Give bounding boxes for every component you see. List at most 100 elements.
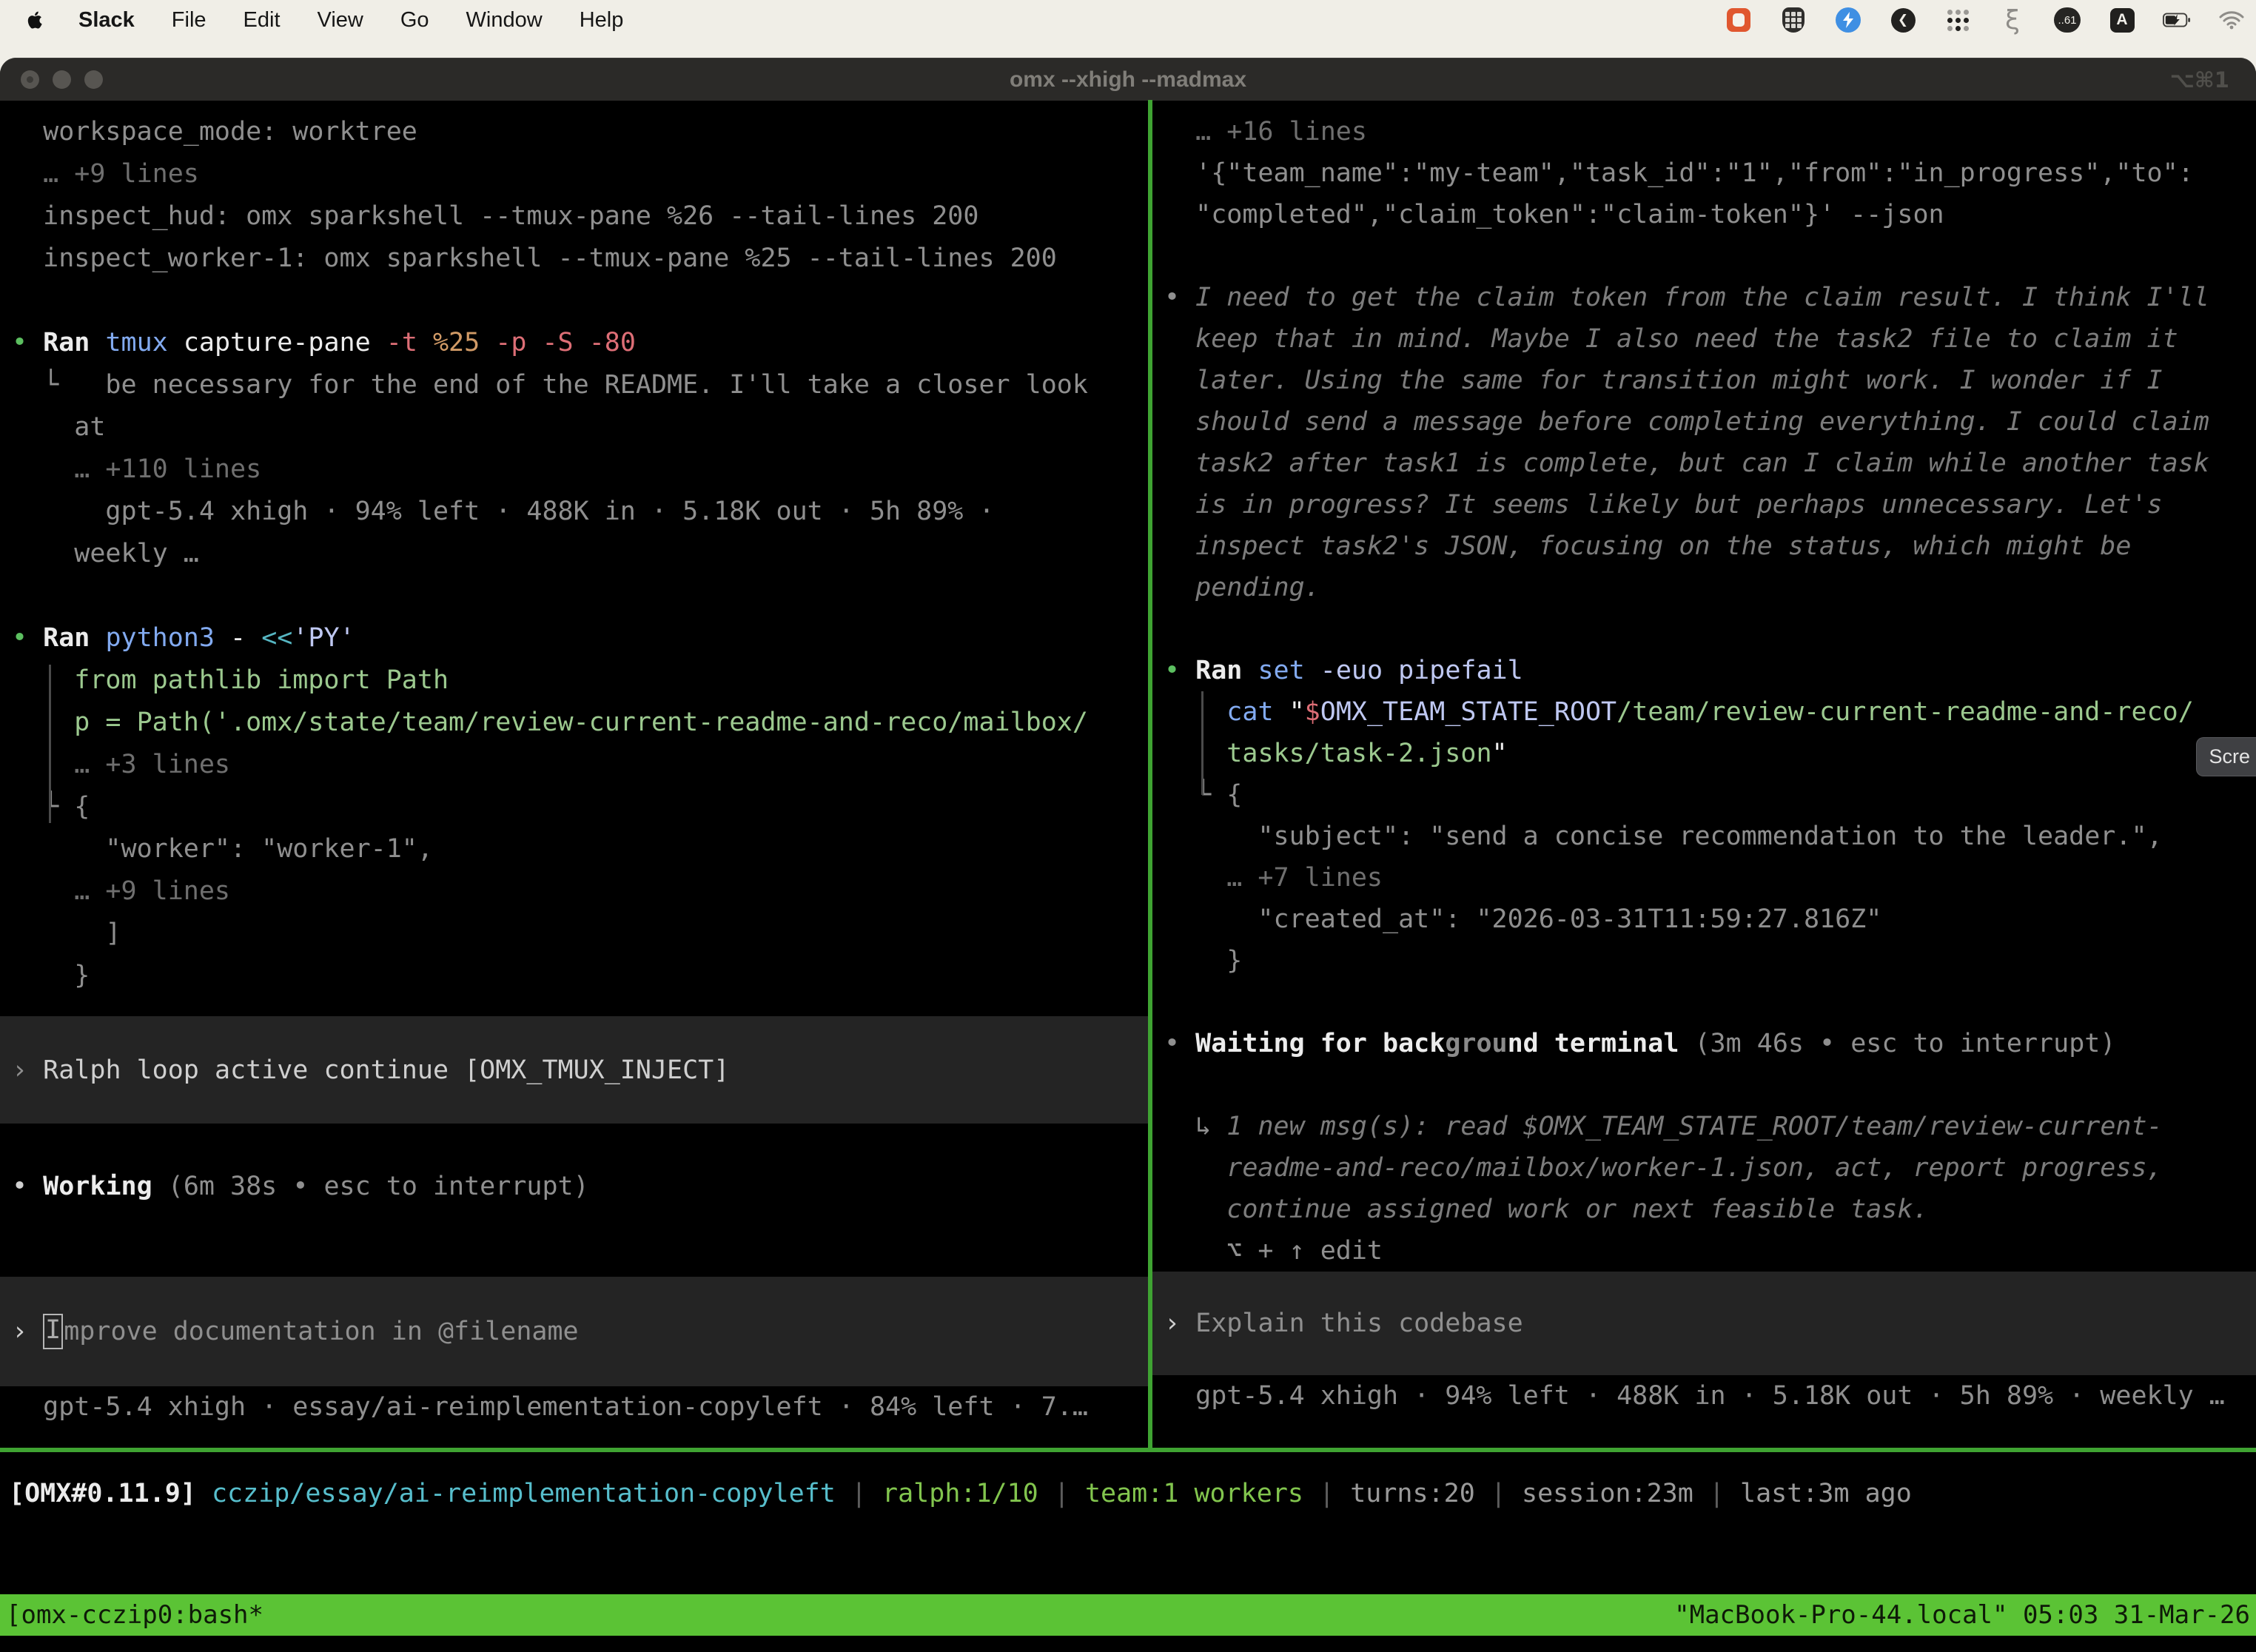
menu-item-help[interactable]: Help <box>580 8 624 33</box>
code-line: from pathlib import Path <box>0 659 1148 702</box>
working-timer: (6m 38s • esc to interrupt) <box>152 1172 589 1201</box>
tmux-session-window[interactable]: [omx-cczip0:bash* <box>6 1600 263 1630</box>
waiting-status-line: • Waiting for background terminal (3m 46… <box>1152 1023 2256 1064</box>
command-output-line: weekly … <box>0 533 1148 575</box>
command-token: set <box>1258 656 1320 685</box>
tmux-pane-right[interactable]: … +16 lines '{"team_name":"my-team","tas… <box>1152 100 2256 1448</box>
collapsed-lines-indicator: … +110 lines <box>0 449 1148 491</box>
keyboard-layout-icon[interactable]: A <box>2108 6 2136 34</box>
input-placeholder: Explain this codebase <box>1195 1309 1523 1338</box>
prompt-input-left[interactable]: › Improve documentation in @filename <box>0 1277 1148 1386</box>
tooltip-popup: Scre <box>2196 737 2256 776</box>
thinking-line: pending. <box>1152 567 2256 608</box>
collapsed-lines-indicator: … +16 lines <box>1152 111 2256 152</box>
waiting-label: nd terminal <box>1508 1029 1679 1058</box>
command-output-line: at <box>0 406 1148 449</box>
repo-name: cczip/essay/ai-reimplementation-copyleft <box>212 1479 836 1508</box>
command-token: cat <box>1226 697 1289 727</box>
heredoc-token: << <box>261 623 292 653</box>
terminal-line <box>0 280 1148 322</box>
window-title: omx --xhigh --madmax <box>0 58 2256 101</box>
flag-token: -p -S -80 <box>495 328 636 357</box>
mailbox-message-text: 1 new msg(s): read $OMX_TEAM_STATE_ROOT/… <box>1226 1112 2162 1141</box>
tmux-pane-left[interactable]: workspace_mode: worktree … +9 lines insp… <box>0 100 1148 1448</box>
working-label: Working <box>43 1172 152 1201</box>
menu-item-go[interactable]: Go <box>400 8 429 33</box>
prompt-input-right[interactable]: › Explain this codebase <box>1152 1272 2256 1375</box>
reply-arrow-icon: ↳ <box>1164 1112 1226 1141</box>
apple-menu[interactable] <box>24 9 46 31</box>
wifi-icon[interactable] <box>2218 6 2246 34</box>
path-token: /team/review-current-readme-and-reco/ <box>1617 697 2194 727</box>
thinking-line: keep that in mind. Maybe I also need the… <box>1152 318 2256 360</box>
terminal-line <box>0 575 1148 617</box>
collapsed-lines-indicator: … +3 lines <box>0 744 1148 786</box>
pane-id-token: %25 <box>433 328 495 357</box>
command-output-line: "created_at": "2026-03-31T11:59:27.816Z" <box>1152 899 2256 940</box>
omx-version-badge: [OMX#0.11.9] <box>9 1479 212 1508</box>
battery-badge-icon[interactable]: ..61 <box>2053 6 2081 34</box>
env-var-token: OMX_TEAM_STATE_ROOT <box>1320 697 1617 727</box>
menu-item-view[interactable]: View <box>318 8 363 33</box>
separator: | <box>1693 1479 1740 1508</box>
terminal-line <box>1152 981 2256 1023</box>
waiting-label: Waiting for back <box>1195 1029 1445 1058</box>
screen-recording-icon[interactable] <box>1725 6 1753 34</box>
bullet-icon: • <box>1164 283 1195 312</box>
thinking-line: later. Using the same for transition mig… <box>1152 360 2256 401</box>
command-output-line: } <box>1152 940 2256 981</box>
prompt-arrow-icon: › <box>12 1055 43 1085</box>
window-titlebar[interactable]: omx --xhigh --madmax ⌥⌘1 <box>0 58 2256 101</box>
model-status-line: gpt-5.4 xhigh · 94% left · 488K in · 5.1… <box>1152 1375 2256 1417</box>
menu-item-window[interactable]: Window <box>466 8 543 33</box>
ralph-loop-banner: › Ralph loop active continue [OMX_TMUX_I… <box>0 1016 1148 1124</box>
command-line: • Ran tmux capture-pane -t %25 -p -S -80 <box>0 322 1148 364</box>
terminal-line <box>1152 608 2256 650</box>
heredoc-tag-token: 'PY' <box>292 623 355 653</box>
waiting-timer: (3m 46s • esc to interrupt) <box>1679 1029 2115 1058</box>
waiting-label-shimmer: grou <box>1445 1029 1507 1058</box>
thinking-text: I need to get the claim token from the c… <box>1195 283 2209 312</box>
mailbox-message-line: continue assigned work or next feasible … <box>1152 1189 2256 1230</box>
command-output-line: } <box>0 955 1148 997</box>
thinking-line: is in progress? It seems likely but perh… <box>1152 484 2256 526</box>
command-line: tasks/task-2.json" <box>1152 733 2256 774</box>
menu-item-file[interactable]: File <box>172 8 207 33</box>
menu-item-edit[interactable]: Edit <box>244 8 281 33</box>
working-status-line: • Working (6m 38s • esc to interrupt) <box>0 1166 1148 1208</box>
text-cursor: I <box>43 1314 63 1349</box>
moon-chevron-icon[interactable]: ❮ <box>1889 6 1917 34</box>
bullet-icon: • <box>12 623 43 653</box>
ralph-loop-text: Ralph loop active continue [OMX_TMUX_INJ… <box>43 1055 729 1085</box>
battery-icon[interactable] <box>2163 6 2191 34</box>
bullet-icon: • <box>1164 656 1195 685</box>
terminal-line: inspect_worker-1: omx sparkshell --tmux-… <box>0 238 1148 280</box>
bullet-icon: • <box>12 1172 43 1201</box>
menu-bar: Slack File Edit View Go Window Help ❮ ξ … <box>0 0 2256 40</box>
ran-label: Ran <box>43 623 105 653</box>
mailbox-message-line: ↳ 1 new msg(s): read $OMX_TEAM_STATE_ROO… <box>1152 1106 2256 1147</box>
menu-app-name[interactable]: Slack <box>78 8 135 33</box>
dollar-token: $ <box>1305 697 1320 727</box>
code-line: p = Path('.omx/state/team/review-current… <box>0 702 1148 744</box>
flag-token: -t <box>386 328 433 357</box>
squiggle-icon[interactable]: ξ <box>1998 6 2027 34</box>
separator: | <box>1303 1479 1350 1508</box>
dots-grid-icon[interactable] <box>1944 6 1972 34</box>
screen: Slack File Edit View Go Window Help ❮ ξ … <box>0 0 2256 1652</box>
bullet-icon: • <box>1164 1029 1195 1058</box>
shield-grid-icon[interactable] <box>1779 6 1807 34</box>
command-token: python3 <box>105 623 230 653</box>
mailbox-message-line: readme-and-reco/mailbox/worker-1.json, a… <box>1152 1147 2256 1189</box>
command-output-line: '{"team_name":"my-team","task_id":"1","f… <box>1152 152 2256 194</box>
bolt-circle-icon[interactable] <box>1834 6 1862 34</box>
terminal-line <box>1152 235 2256 277</box>
model-status-line: gpt-5.4 xhigh · essay/ai-reimplementatio… <box>0 1386 1148 1428</box>
terminal-line: inspect_hud: omx sparkshell --tmux-pane … <box>0 195 1148 238</box>
code-block-gutter <box>49 665 51 823</box>
last-activity: last:3m ago <box>1740 1479 1912 1508</box>
terminal-line: workspace_mode: worktree <box>0 111 1148 153</box>
edit-hint-line: ⌥ + ↑ edit <box>1152 1230 2256 1272</box>
command-line: • Ran python3 - <<'PY' <box>0 617 1148 659</box>
terminal-line <box>1152 1064 2256 1106</box>
